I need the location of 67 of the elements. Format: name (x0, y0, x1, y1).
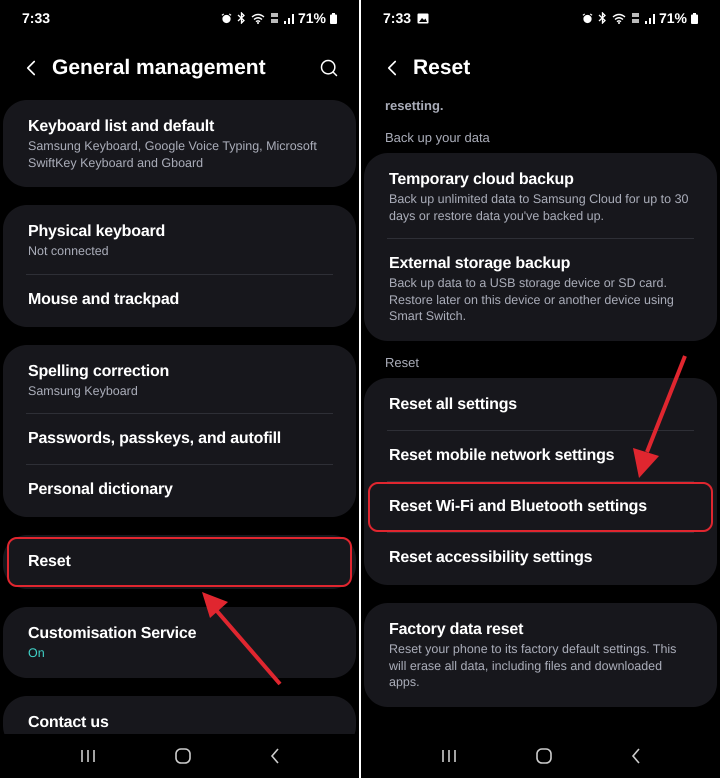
recent-apps-button[interactable] (80, 749, 96, 763)
home-button[interactable] (536, 748, 552, 764)
item-title: Customisation Service (28, 624, 198, 644)
item-title: Reset mobile network settings (389, 446, 616, 466)
bluetooth-icon (236, 12, 246, 24)
image-notification-icon (417, 12, 430, 24)
wifi-icon (250, 12, 265, 24)
item-title: Reset all settings (389, 395, 518, 415)
nav-back-button[interactable] (630, 748, 640, 764)
settings-item[interactable]: Physical keyboard Not connected (7, 207, 352, 274)
page-title: Reset (413, 55, 472, 82)
status-time: 7:33 (383, 8, 412, 28)
settings-item[interactable]: Personal dictionary (7, 465, 352, 515)
alarm-icon (582, 12, 593, 24)
battery-icon (330, 12, 337, 24)
settings-item[interactable]: Keyboard list and default Samsung Keyboard, Google Voice Typing, Microsoft SwiftKey Keyboard and Gboard (7, 102, 352, 185)
settings-item[interactable]: External storage backup Back up data to a USB storage device or SD card. Restore later on this device or another device using Smart Switch. (368, 239, 713, 338)
item-subtitle: On (28, 645, 46, 662)
item-title: Passwords, passkeys, and autofill (28, 429, 282, 449)
item-title: Contact us (28, 712, 110, 732)
item-title: Mouse and trackpad (28, 290, 180, 310)
settings-item[interactable]: Reset (7, 537, 352, 587)
item-subtitle: Not connected (28, 243, 110, 260)
settings-item[interactable]: Reset mobile network settings (368, 431, 713, 481)
item-subtitle: Samsung Keyboard, Google Voice Typing, Microsoft SwiftKey Keyboard and Gboard (28, 138, 318, 171)
item-subtitle: Reset your phone to its factory default settings. This will erase all data, including files and downloaded apps. (389, 641, 678, 690)
item-subtitle: Samsung Keyboard (28, 382, 139, 399)
item-title: Personal dictionary (28, 480, 174, 500)
nav-back-button[interactable] (270, 748, 280, 764)
settings-item[interactable]: Spelling correction Samsung Keyboard (7, 346, 352, 413)
bluetooth-icon (598, 12, 607, 24)
settings-item[interactable]: Mouse and trackpad (7, 274, 352, 324)
item-title: Keyboard list and default (28, 117, 216, 137)
item-title: Reset (28, 552, 72, 572)
battery-icon (691, 12, 698, 24)
item-title: Reset accessibility settings (389, 548, 594, 568)
signal-icon (644, 12, 655, 24)
home-button[interactable] (174, 748, 190, 764)
settings-item[interactable]: Reset Wi-Fi and Bluetooth settings (368, 482, 713, 532)
page-title: General management (52, 55, 267, 82)
section-header: Back up your data (384, 128, 491, 147)
item-title: Physical keyboard (28, 222, 166, 242)
wifi-icon (612, 12, 626, 24)
settings-item[interactable]: Passwords, passkeys, and autofill (7, 414, 352, 464)
item-title: External storage backup (389, 254, 572, 274)
item-title: Spelling correction (28, 362, 170, 382)
item-subtitle: Back up data to a USB storage device or SD card. Restore later on this device or another device using Smart Switch. (389, 275, 675, 324)
recent-apps-button[interactable] (440, 749, 456, 763)
signal-icon (284, 12, 294, 24)
search-icon (319, 58, 339, 78)
battery-percentage: 71% (298, 8, 326, 28)
item-title: Factory data reset (389, 620, 524, 640)
settings-item[interactable]: Reset all settings (368, 380, 713, 430)
battery-percentage: 71% (658, 8, 687, 28)
item-subtitle: Back up unlimited data to Samsung Cloud for up to 30 days or restore data you've backed up. (389, 191, 690, 224)
item-title: Temporary cloud backup (389, 170, 575, 190)
settings-item[interactable]: Factory data reset Reset your phone to its factory default settings. This will erase all data, including files and downloaded apps. (368, 605, 713, 704)
settings-item[interactable]: Temporary cloud backup Back up unlimited data to Samsung Cloud for up to 30 days or restore data you've backed up. (368, 155, 713, 238)
search-button[interactable] (319, 58, 339, 78)
section-header: Reset (384, 354, 420, 372)
settings-item[interactable]: Reset accessibility settings (368, 533, 713, 583)
item-title: Reset Wi-Fi and Bluetooth settings (389, 497, 648, 517)
description-text: resetting. (384, 100, 445, 115)
settings-item[interactable]: Customisation Service On (7, 609, 352, 676)
status-time: 7:33 (22, 8, 50, 28)
alarm-icon (220, 12, 232, 24)
settings-item[interactable]: Contact us (7, 698, 352, 734)
